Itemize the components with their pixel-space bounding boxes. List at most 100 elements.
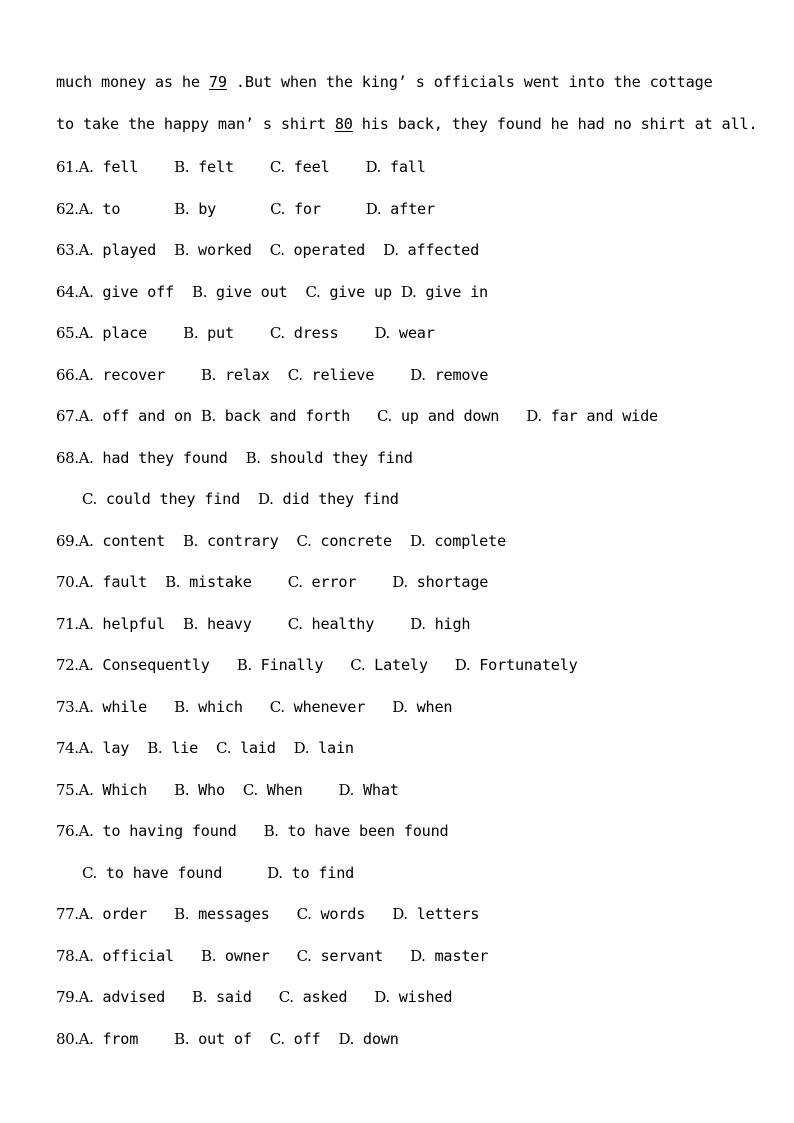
answer-option[interactable]: B. said [192, 988, 252, 1006]
answer-option[interactable]: C. words [297, 905, 366, 923]
passage-segment: his back, they found he had no shirt at … [352, 114, 758, 133]
answer-option[interactable]: B. felt [174, 158, 234, 176]
answer-option[interactable]: A. official [79, 947, 175, 965]
answer-option[interactable]: C. to have found [82, 864, 222, 882]
answer-option[interactable]: A. recover [79, 366, 166, 384]
answer-option[interactable]: D. wear [374, 324, 434, 342]
answer-option[interactable]: D. complete [410, 532, 506, 550]
answer-option[interactable]: B. worked [174, 241, 252, 259]
answer-option[interactable]: A. give off [79, 283, 175, 301]
answer-option[interactable]: D. fall [366, 158, 426, 176]
answer-option[interactable]: D. to find [267, 864, 354, 882]
answer-option[interactable]: C. whenever [270, 698, 366, 716]
passage-blank[interactable]: 80 [335, 115, 353, 133]
answer-option[interactable]: A. had they found [79, 449, 228, 467]
answer-option[interactable]: C. relieve [288, 366, 375, 384]
answer-option[interactable]: A. Consequently [79, 656, 210, 674]
option-gap [147, 781, 174, 799]
answer-option[interactable]: B. contrary [183, 532, 279, 550]
answer-option[interactable]: B. should they find [246, 449, 413, 467]
answer-option[interactable]: A. content [79, 532, 166, 550]
answer-option[interactable]: C. Lately [350, 656, 428, 674]
answer-option[interactable]: A. played [79, 241, 157, 259]
option-text: could they find [96, 490, 241, 508]
answer-option[interactable]: B. Who [174, 781, 225, 799]
option-gap [240, 490, 258, 508]
answer-option[interactable]: D. far and wide [526, 407, 658, 425]
answer-option[interactable]: C. feel [270, 158, 330, 176]
answer-option[interactable]: C. dress [270, 324, 339, 342]
passage-blank[interactable]: 79 [209, 73, 227, 91]
answer-option[interactable]: A. fell [79, 158, 139, 176]
answer-option[interactable]: B. lie [147, 739, 198, 757]
answer-option[interactable]: A. from [79, 1030, 139, 1048]
answer-option[interactable]: D. master [410, 947, 488, 965]
answer-option[interactable]: B. to have been found [264, 822, 449, 840]
answer-option[interactable]: C. off [270, 1030, 321, 1048]
passage-line: much money as he 79 .But when the king’ … [56, 62, 746, 104]
answer-option[interactable]: D. remove [410, 366, 488, 384]
answer-option[interactable]: A. place [79, 324, 148, 342]
answer-option[interactable]: D. What [339, 781, 399, 799]
answer-option[interactable]: A. off and on [79, 407, 192, 425]
answer-option[interactable]: D. did they find [258, 490, 399, 508]
answer-option[interactable]: B. heavy [183, 615, 252, 633]
answer-option[interactable]: C. servant [297, 947, 384, 965]
answer-option[interactable]: A. advised [79, 988, 166, 1006]
answer-option[interactable]: A. Which [79, 781, 148, 799]
answer-option[interactable]: C. When [243, 781, 303, 799]
answer-option[interactable]: D. when [392, 698, 452, 716]
answer-option[interactable]: A. while [79, 698, 148, 716]
answer-option[interactable]: A. helpful [79, 615, 166, 633]
answer-option[interactable]: D. after [366, 200, 435, 218]
answer-option[interactable]: A. lay [79, 739, 130, 757]
question-number: 64. [56, 282, 79, 301]
answer-option[interactable]: B. back and forth [201, 407, 350, 425]
answer-option[interactable]: D. high [410, 615, 470, 633]
option-gap [303, 781, 339, 799]
answer-option[interactable]: B. messages [174, 905, 270, 923]
option-letter: A. [78, 656, 94, 674]
answer-option[interactable]: C. error [288, 573, 357, 591]
option-text: back and forth [215, 407, 351, 425]
answer-option[interactable]: D. shortage [392, 573, 488, 591]
option-gap [252, 615, 288, 633]
answer-option[interactable]: C. for [270, 200, 321, 218]
option-letter: A. [78, 158, 94, 176]
option-letter: D. [410, 365, 426, 384]
question-row: 78.A. official B. owner C. servant D. ma… [56, 936, 746, 978]
answer-option[interactable]: D. down [338, 1030, 398, 1048]
option-letter: B. [183, 614, 199, 633]
answer-option[interactable]: B. Finally [237, 656, 324, 674]
option-gap [321, 200, 366, 218]
answer-option[interactable]: D. Fortunately [455, 656, 578, 674]
answer-option[interactable]: A. to [79, 200, 121, 218]
answer-option[interactable]: D. lain [294, 739, 354, 757]
answer-option[interactable]: A. to having found [79, 822, 237, 840]
answer-option[interactable]: B. by [174, 200, 216, 218]
answer-option[interactable]: B. give out [192, 283, 288, 301]
answer-option[interactable]: B. relax [201, 366, 270, 384]
answer-option[interactable]: D. give in [401, 283, 488, 301]
answer-option[interactable]: C. healthy [288, 615, 375, 633]
answer-option[interactable]: B. put [183, 324, 234, 342]
answer-option[interactable]: C. operated [270, 241, 366, 259]
answer-option[interactable]: C. could they find [82, 490, 240, 508]
answer-option[interactable]: C. give up [305, 283, 392, 301]
answer-option[interactable]: D. letters [392, 905, 479, 923]
option-gap [270, 366, 288, 384]
answer-option[interactable]: C. laid [216, 739, 276, 757]
option-gap [243, 698, 270, 716]
answer-option[interactable]: C. asked [279, 988, 348, 1006]
answer-option[interactable]: C. concrete [297, 532, 393, 550]
answer-option[interactable]: D. affected [383, 241, 479, 259]
answer-option[interactable]: C. up and down [377, 407, 499, 425]
answer-option[interactable]: A. order [79, 905, 148, 923]
answer-option[interactable]: A. fault [79, 573, 148, 591]
answer-option[interactable]: B. which [174, 698, 243, 716]
answer-option[interactable]: B. out of [174, 1030, 252, 1048]
answer-option[interactable]: D. wished [374, 988, 452, 1006]
question-number: 66. [56, 365, 79, 384]
answer-option[interactable]: B. owner [201, 947, 270, 965]
answer-option[interactable]: B. mistake [165, 573, 252, 591]
